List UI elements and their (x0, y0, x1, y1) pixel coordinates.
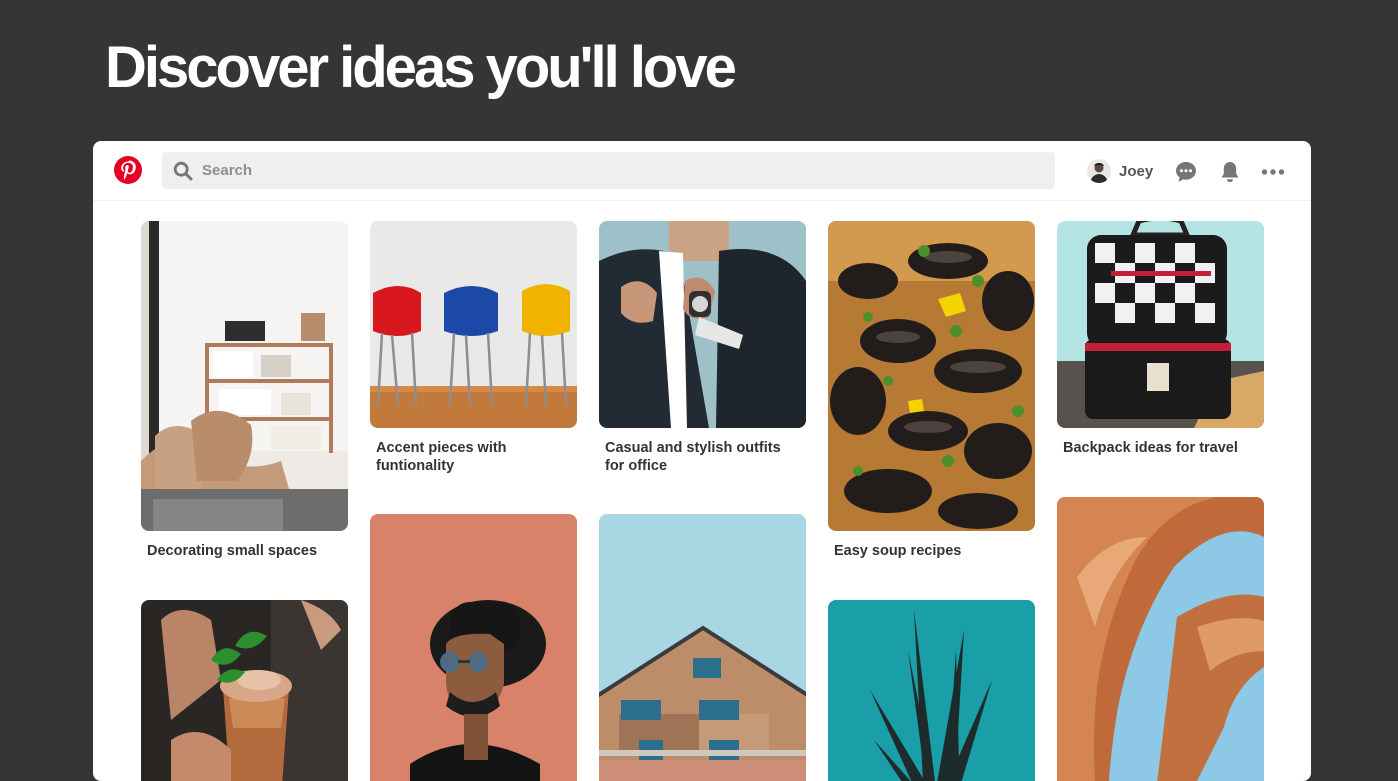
pin-image (141, 600, 348, 781)
pin-title: Decorating small spaces (147, 543, 318, 559)
pin-card[interactable] (828, 600, 1035, 781)
pin-title: Casual and stylish outfits for office (605, 440, 781, 474)
pin-card[interactable]: Easy soup recipes (828, 221, 1035, 561)
top-bar: Joey (93, 141, 1311, 201)
pin-title: Backpack ideas for travel (1063, 440, 1238, 456)
pin-card[interactable]: Decorating small spaces (141, 221, 348, 561)
pin-title: Accent pieces with funtionality (376, 440, 507, 474)
search-icon (173, 161, 193, 181)
profile-button[interactable]: Joey (1087, 158, 1153, 184)
pin-image (828, 600, 1035, 781)
avatar (1087, 159, 1111, 183)
message-icon[interactable] (1173, 159, 1199, 185)
pin-image (370, 221, 577, 428)
pin-card[interactable] (370, 514, 577, 781)
hero-title: Discover ideas you'll love (105, 35, 737, 100)
pin-image (370, 514, 577, 781)
pin-card[interactable]: Accent pieces with funtionality (370, 221, 577, 475)
search-bar[interactable] (162, 152, 1055, 189)
pin-card[interactable]: Backpack ideas for travel (1057, 221, 1264, 458)
pinterest-logo-icon[interactable] (113, 155, 143, 185)
pin-image (828, 221, 1035, 531)
pin-image (141, 221, 348, 531)
pin-image (599, 514, 806, 781)
pin-card[interactable] (599, 514, 806, 781)
pin-card[interactable] (141, 600, 348, 781)
more-icon[interactable] (1260, 159, 1286, 185)
profile-name: Joey (1119, 162, 1154, 180)
pin-image (1057, 221, 1264, 428)
search-input[interactable] (202, 152, 1042, 189)
pin-card[interactable]: Casual and stylish outfits for office (599, 221, 806, 475)
bell-icon[interactable] (1217, 159, 1243, 185)
pin-image (1057, 497, 1264, 781)
pin-image (599, 221, 806, 428)
pin-card[interactable] (1057, 497, 1264, 781)
pin-title: Easy soup recipes (834, 543, 962, 559)
app-window: Joey (93, 141, 1311, 781)
